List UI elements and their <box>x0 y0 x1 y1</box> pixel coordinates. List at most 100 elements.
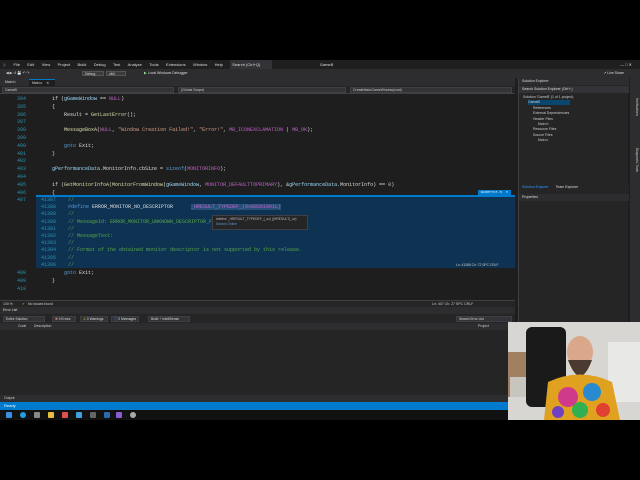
code-line[interactable]: goto Exit; <box>64 143 94 149</box>
live-share-button[interactable]: ↗ Live Share <box>603 70 624 77</box>
menu-tools[interactable]: Tools <box>149 60 158 69</box>
editor-status-strip: 100 % ✔ No issues found Ln: 407 Ch: 27 S… <box>0 300 515 307</box>
peek-code-line[interactable]: // <box>68 197 74 203</box>
code-line[interactable]: gPerformanceData.MonitorInfo.cbSize = si… <box>52 166 226 172</box>
tab-team-explorer[interactable]: Team Explorer <box>556 185 579 189</box>
code-line[interactable]: if (gGameWindow == NULL) <box>52 96 124 102</box>
tab-main-h[interactable]: Main.h <box>2 79 28 86</box>
folder-icon[interactable] <box>48 412 54 418</box>
warnings-filter[interactable]: ⚠ 0 Warnings <box>80 316 108 322</box>
menu-debug[interactable]: Debug <box>94 60 106 69</box>
solution-bottom-tabs: Solution Explorer Team Explorer <box>519 184 629 191</box>
nav-buttons[interactable]: ◀ ▶ ↺ 💾 ↶ ↷ <box>4 71 64 76</box>
menu-analyze[interactable]: Analyze <box>128 60 142 69</box>
close-icon[interactable]: ✕ <box>506 191 508 195</box>
visual-studio-icon[interactable] <box>116 412 122 418</box>
peek-title[interactable]: winerror.h ✕ <box>477 190 511 196</box>
tab-main-c[interactable]: Main.c ✕ <box>29 79 55 86</box>
solution-tree-item[interactable]: Solution 'GameB' (1 of 1 project) <box>523 95 573 100</box>
code-line[interactable]: } <box>52 151 55 157</box>
edge-icon[interactable] <box>20 412 26 418</box>
output-tab[interactable]: Output <box>0 395 515 402</box>
solution-search-input[interactable]: Search Solution Explorer (Ctrl+;) <box>519 86 629 93</box>
peek-code-line[interactable]: // Format of the obtained monitor descri… <box>68 247 302 253</box>
menu-build[interactable]: Build <box>77 60 86 69</box>
mail-icon[interactable] <box>76 412 82 418</box>
messages-filter[interactable]: ⓘ 0 Messages <box>111 316 139 322</box>
menu-test[interactable]: Test <box>113 60 120 69</box>
scope-filter[interactable]: Entire Solution <box>3 316 45 322</box>
peek-code-line[interactable]: // <box>68 255 74 261</box>
peek-code-line[interactable]: // <box>68 211 74 217</box>
error-search-input[interactable]: Search Error List <box>456 316 512 322</box>
solution-tree-item[interactable]: References <box>533 106 551 111</box>
line-number: 410 <box>16 285 26 292</box>
code-line[interactable]: Result = GetLastError(); <box>64 112 136 118</box>
search-input[interactable]: Search (Ctrl+Q) <box>230 60 273 69</box>
word-icon[interactable] <box>104 412 110 418</box>
menu-view[interactable]: View <box>42 60 51 69</box>
errors-count: 0 Errors <box>58 317 71 321</box>
col-code[interactable]: Code <box>18 323 26 330</box>
error-list-columns: Code Description Project <box>0 323 515 330</box>
menu-file[interactable]: File <box>13 60 19 69</box>
menu-project[interactable]: Project <box>58 60 70 69</box>
col-project[interactable]: Project <box>478 323 489 330</box>
error-list-header: Error List <box>0 307 515 314</box>
code-line[interactable]: } <box>52 278 55 284</box>
solution-tree-item[interactable]: Main.h <box>538 122 549 127</box>
peek-code-line[interactable]: #define ERROR_MONITOR_NO_DESCRIPTOR _HRE… <box>68 204 282 211</box>
scope-dropdown[interactable]: (Global Scope) <box>178 87 346 93</box>
peek-code-line[interactable]: // MessageText: <box>68 233 113 239</box>
tab-diagnostic-tools[interactable]: Diagnostic Tools <box>631 148 639 172</box>
menu-help[interactable]: Help <box>215 60 223 69</box>
code-line[interactable]: MessageBoxA(NULL, "Window Creation Faile… <box>64 127 313 133</box>
live-share-label: Live Share <box>607 71 624 75</box>
tab-solution-explorer[interactable]: Solution Explorer <box>522 185 549 189</box>
tooltip-search-online-link[interactable]: Search Online <box>216 222 304 227</box>
solution-tree-item[interactable]: Header Files <box>533 117 553 122</box>
peek-code-line[interactable]: // <box>68 240 74 246</box>
errors-filter[interactable]: ✖ 0 Errors <box>52 316 76 322</box>
start-icon[interactable] <box>6 412 12 418</box>
menu-window[interactable]: Window <box>193 60 207 69</box>
peek-code-line[interactable]: // MessageId: ERROR_MONITOR_UNKNOWN_DESC… <box>68 219 227 225</box>
close-icon[interactable]: ✕ <box>46 81 49 85</box>
line-number: 404 <box>16 174 26 180</box>
quick-info-tooltip: #define _HRESULT_TYPEDEF_(_sc) ((HRESULT… <box>212 215 308 230</box>
platform-select[interactable]: x64 <box>106 71 126 76</box>
peek-code-line[interactable]: // <box>68 226 74 232</box>
clock-icon[interactable] <box>130 412 136 418</box>
tab-notifications[interactable]: Notifications <box>631 98 639 116</box>
peek-definition[interactable]: winerror.h ✕ 41387 // 41388 #define ERROR_M… <box>36 190 515 268</box>
code-line[interactable]: { <box>52 104 55 110</box>
app-icon[interactable] <box>62 412 68 418</box>
menu-edit[interactable]: Edit <box>27 60 34 69</box>
line-number: 407 <box>16 197 26 204</box>
col-description[interactable]: Description <box>34 323 52 330</box>
config-select[interactable]: Debug <box>82 71 104 76</box>
code-line[interactable]: goto Exit; <box>64 270 94 276</box>
window-controls[interactable]: — □ ✕ <box>620 60 632 69</box>
solution-tree-item[interactable]: External Dependencies <box>533 111 569 116</box>
peek-code-line[interactable]: // <box>68 262 74 268</box>
project-dropdown[interactable]: GameB <box>2 87 174 93</box>
solution-tree-item[interactable]: GameB <box>528 100 570 106</box>
line-number: 402 <box>16 158 26 165</box>
solution-tree-item[interactable]: Resource Files <box>533 127 556 132</box>
line-number: 399 <box>16 135 26 141</box>
vs-window: ▷ File Edit View Project Build Debug Tes… <box>0 60 640 420</box>
code-line[interactable]: if (GetMonitorInfoA(MonitorFromWindow(gG… <box>52 182 394 188</box>
menu-extensions[interactable]: Extensions <box>166 60 186 69</box>
build-filter[interactable]: Build + IntelliSense <box>148 316 190 322</box>
store-icon[interactable] <box>34 412 40 418</box>
line-number: 401 <box>16 150 26 157</box>
terminal-icon[interactable] <box>90 412 96 418</box>
start-debugger-button[interactable]: ▶ Local Windows Debugger <box>142 71 196 76</box>
peek-line-number: 41393 <box>40 240 56 247</box>
function-dropdown[interactable]: CreateMainGameWindow(void) <box>350 87 512 93</box>
share-icon: ↗ <box>603 71 607 75</box>
solution-tree-item[interactable]: Source Files <box>533 133 552 138</box>
solution-tree-item[interactable]: Main.c <box>538 138 548 143</box>
properties-panel-title: Properties <box>519 194 629 201</box>
